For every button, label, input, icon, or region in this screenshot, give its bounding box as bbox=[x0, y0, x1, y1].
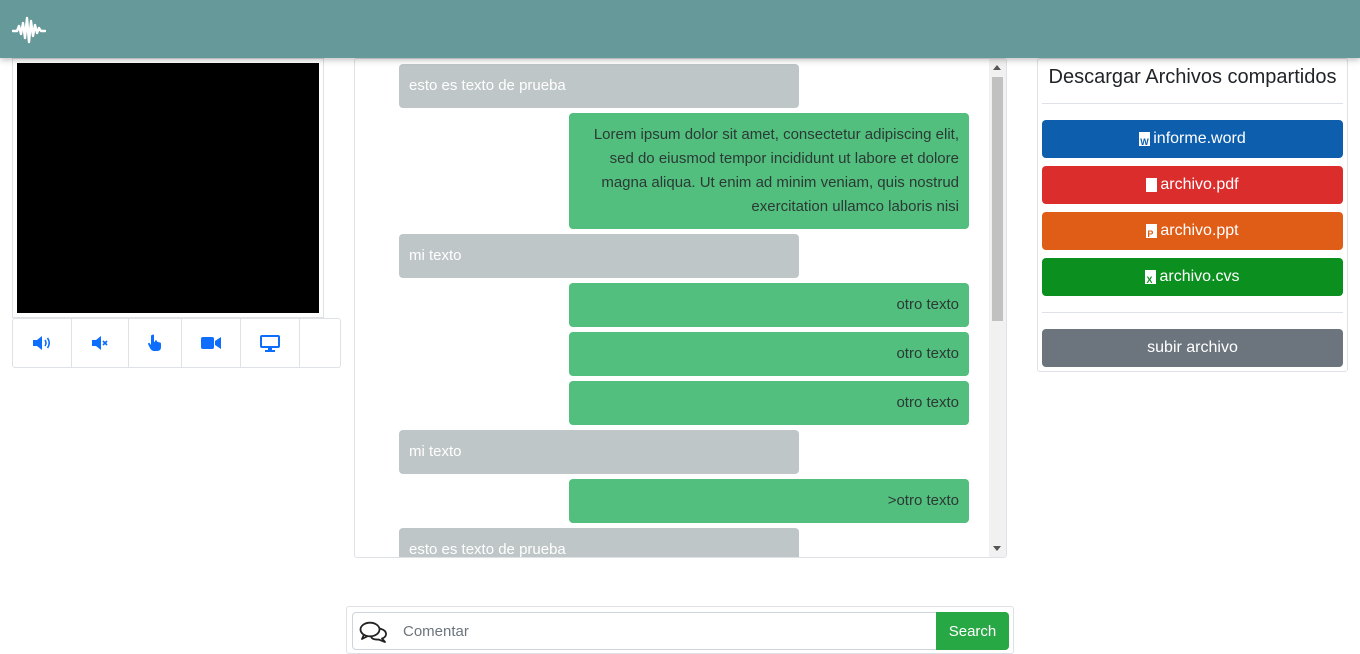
received-message: mi texto bbox=[399, 430, 799, 474]
download-csv-button[interactable]: X archivo.cvs bbox=[1042, 258, 1343, 296]
file-label: archivo.pdf bbox=[1160, 176, 1239, 193]
download-word-button[interactable]: W informe.word bbox=[1042, 120, 1343, 158]
file-pdf-icon bbox=[1146, 178, 1158, 192]
chat-scrollbar[interactable] bbox=[989, 59, 1006, 557]
download-ppt-button[interactable]: P archivo.ppt bbox=[1042, 212, 1343, 250]
mute-button[interactable] bbox=[72, 319, 129, 367]
camera-button[interactable] bbox=[182, 319, 241, 367]
video-player[interactable] bbox=[12, 58, 324, 318]
top-navbar bbox=[0, 0, 1360, 58]
sent-message: Lorem ipsum dolor sit amet, consectetur … bbox=[569, 113, 969, 229]
received-message: esto es texto de prueba bbox=[399, 64, 799, 108]
received-message: esto es texto de prueba bbox=[399, 528, 799, 557]
scroll-thumb[interactable] bbox=[992, 77, 1003, 321]
shared-files-title: Descargar Archivos compartidos bbox=[1048, 66, 1337, 88]
shared-files-panel: Descargar Archivos compartidos W informe… bbox=[1037, 58, 1348, 372]
divider bbox=[1042, 103, 1343, 104]
file-excel-icon: X bbox=[1145, 270, 1157, 285]
file-label: informe.word bbox=[1153, 130, 1246, 147]
upload-file-button[interactable]: subir archivo bbox=[1042, 329, 1343, 367]
sent-message: otro texto bbox=[569, 283, 969, 327]
video-camera-icon bbox=[201, 337, 221, 349]
chat-panel[interactable]: esto es texto de prueba Lorem ipsum dolor… bbox=[354, 58, 1007, 558]
scroll-up-arrow-icon[interactable] bbox=[993, 65, 1001, 70]
raise-hand-button[interactable] bbox=[129, 319, 182, 367]
received-message: mi texto bbox=[399, 234, 799, 278]
audiomack-waveform-icon[interactable] bbox=[12, 14, 46, 46]
divider bbox=[1042, 312, 1343, 313]
comment-input[interactable] bbox=[403, 613, 933, 649]
chat-messages: esto es texto de prueba Lorem ipsum dolor… bbox=[355, 59, 991, 557]
comments-icon bbox=[359, 621, 387, 643]
comment-bar: Search bbox=[346, 606, 1014, 654]
file-label: archivo.ppt bbox=[1160, 222, 1239, 239]
share-screen-button[interactable] bbox=[241, 319, 300, 367]
download-pdf-button[interactable]: archivo.pdf bbox=[1042, 166, 1343, 204]
file-powerpoint-icon: P bbox=[1146, 224, 1158, 239]
comment-input-group: Search bbox=[352, 612, 1009, 650]
scroll-down-arrow-icon[interactable] bbox=[993, 546, 1001, 551]
sent-message: otro texto bbox=[569, 381, 969, 425]
volume-up-icon bbox=[33, 336, 51, 350]
media-controls bbox=[12, 318, 341, 368]
file-label: archivo.cvs bbox=[1159, 268, 1240, 285]
video-screen[interactable] bbox=[17, 63, 319, 313]
sent-message: otro texto bbox=[569, 332, 969, 376]
desktop-icon bbox=[260, 334, 280, 352]
empty-control-button[interactable] bbox=[300, 319, 340, 367]
hand-pointer-icon bbox=[148, 334, 161, 351]
sent-message: >otro texto bbox=[569, 479, 969, 523]
volume-up-button[interactable] bbox=[13, 319, 72, 367]
search-button[interactable]: Search bbox=[936, 612, 1009, 650]
file-word-icon: W bbox=[1139, 132, 1151, 147]
volume-mute-icon bbox=[92, 336, 108, 350]
